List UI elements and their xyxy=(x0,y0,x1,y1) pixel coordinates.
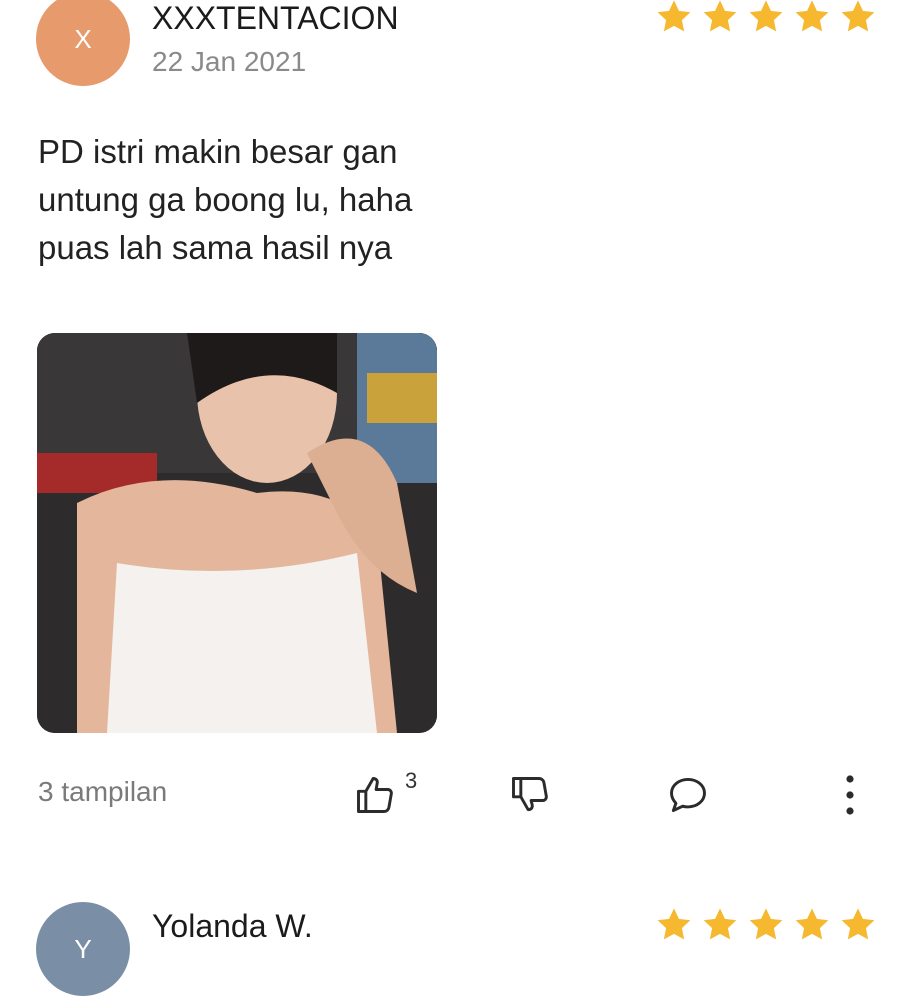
avatar-letter: X xyxy=(74,23,92,54)
star-icon xyxy=(703,0,737,32)
review-text-line: puas lah sama hasil nya xyxy=(38,229,393,266)
star-icon xyxy=(749,0,783,32)
more-vertical-icon xyxy=(846,775,854,815)
star-icon xyxy=(703,908,737,940)
comment-button[interactable] xyxy=(662,770,714,820)
reviewer-name[interactable]: XXXTENTACION xyxy=(152,0,399,37)
star-icon xyxy=(657,0,691,32)
view-count: 3 tampilan xyxy=(38,776,168,807)
star-icon xyxy=(795,908,829,940)
star-icon xyxy=(657,908,691,940)
review-text: PD istri makin besar gan untung ga boong… xyxy=(38,128,412,272)
thumbs-down-icon xyxy=(512,777,548,812)
thumbs-up-icon xyxy=(357,777,393,813)
review-date: 22 Jan 2021 xyxy=(152,46,307,77)
star-icon xyxy=(749,908,783,940)
review-text-line: PD istri makin besar gan xyxy=(38,133,398,170)
comment-icon xyxy=(670,777,706,813)
photo-placeholder xyxy=(37,333,437,733)
star-rating xyxy=(655,906,877,944)
more-options-button[interactable] xyxy=(830,770,870,820)
star-rating xyxy=(655,0,877,36)
reviewer-name[interactable]: Yolanda W. xyxy=(152,908,313,945)
like-button[interactable] xyxy=(350,770,400,820)
star-icon xyxy=(795,0,829,32)
like-count: 3 xyxy=(405,768,418,793)
review-text-line: untung ga boong lu, haha xyxy=(38,181,413,218)
review-photo[interactable] xyxy=(37,333,437,733)
star-icon xyxy=(841,0,875,32)
avatar[interactable]: Y xyxy=(36,902,130,996)
star-icon xyxy=(841,908,875,940)
avatar[interactable]: X xyxy=(36,0,130,86)
dislike-button[interactable] xyxy=(505,770,555,820)
